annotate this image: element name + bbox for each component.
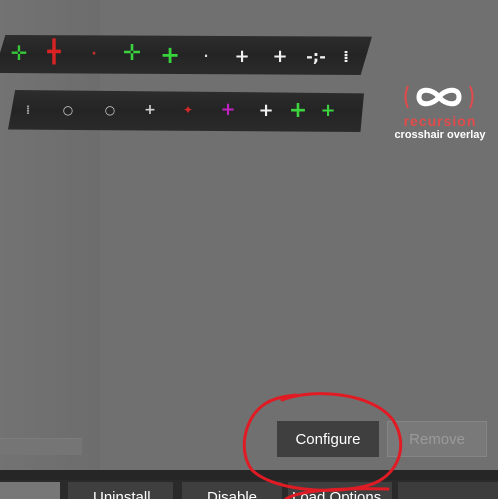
status-strip: [0, 438, 82, 455]
logo-subtitle: crosshair overlay: [394, 129, 486, 141]
crosshair-preview-icon: +: [288, 98, 308, 123]
crosshair-banner-row-2: ⁞ ○ ○ + ✦ + + + +: [8, 90, 364, 132]
crosshair-preview-icon: ✛: [10, 41, 28, 65]
tab-separator: [0, 470, 498, 480]
configure-button[interactable]: Configure: [277, 421, 379, 457]
crosshair-preview-icon: +: [220, 99, 236, 120]
disable-tab[interactable]: Disable: [182, 482, 282, 499]
crosshair-preview-icon: +: [272, 46, 288, 67]
addon-detail-panel: ✛ ╋ · ✛ + · + + -;- ⁞ ⁞ ○ ○ + ✦ + + + + recursion crossha…: [0, 0, 498, 470]
remove-button[interactable]: Remove: [387, 421, 487, 457]
uninstall-tab-label: Uninstall: [93, 489, 151, 499]
crosshair-preview-icon: ╋: [47, 40, 61, 65]
load-options-tab-label: Load Options: [292, 489, 382, 499]
crosshair-preview-icon: +: [159, 41, 181, 69]
uninstall-tab[interactable]: Uninstall: [68, 482, 173, 499]
infinity-icon: [404, 85, 474, 109]
crosshair-preview-icon: ⁞: [342, 47, 350, 66]
crosshair-preview-icon: +: [234, 46, 250, 67]
crosshair-preview-icon: +: [320, 100, 336, 121]
logo-wordmark: recursion: [403, 113, 477, 129]
crosshair-preview-icon: ·: [91, 46, 97, 62]
tab-bar-filler: [398, 482, 498, 499]
crosshair-preview-icon: ⁞: [25, 103, 31, 117]
crosshair-preview-icon: ✛: [122, 41, 142, 66]
crosshair-preview-icon: +: [144, 102, 156, 118]
crosshair-preview-icon: +: [258, 100, 274, 121]
crosshair-preview-icon: -;-: [306, 47, 326, 66]
crosshair-preview-icon: ○: [104, 103, 116, 117]
addon-logo: recursion crosshair overlay: [388, 80, 492, 146]
crosshair-banner-row-1: ✛ ╋ · ✛ + · + + -;- ⁞: [0, 35, 372, 75]
crosshair-preview-icon: ○: [62, 103, 74, 117]
tab-selected-blank[interactable]: [0, 482, 60, 499]
disable-tab-label: Disable: [207, 489, 258, 499]
load-options-tab[interactable]: Load Options: [288, 482, 392, 499]
crosshair-preview-icon: ✦: [182, 103, 194, 117]
crosshair-preview-icon: ·: [203, 49, 209, 63]
